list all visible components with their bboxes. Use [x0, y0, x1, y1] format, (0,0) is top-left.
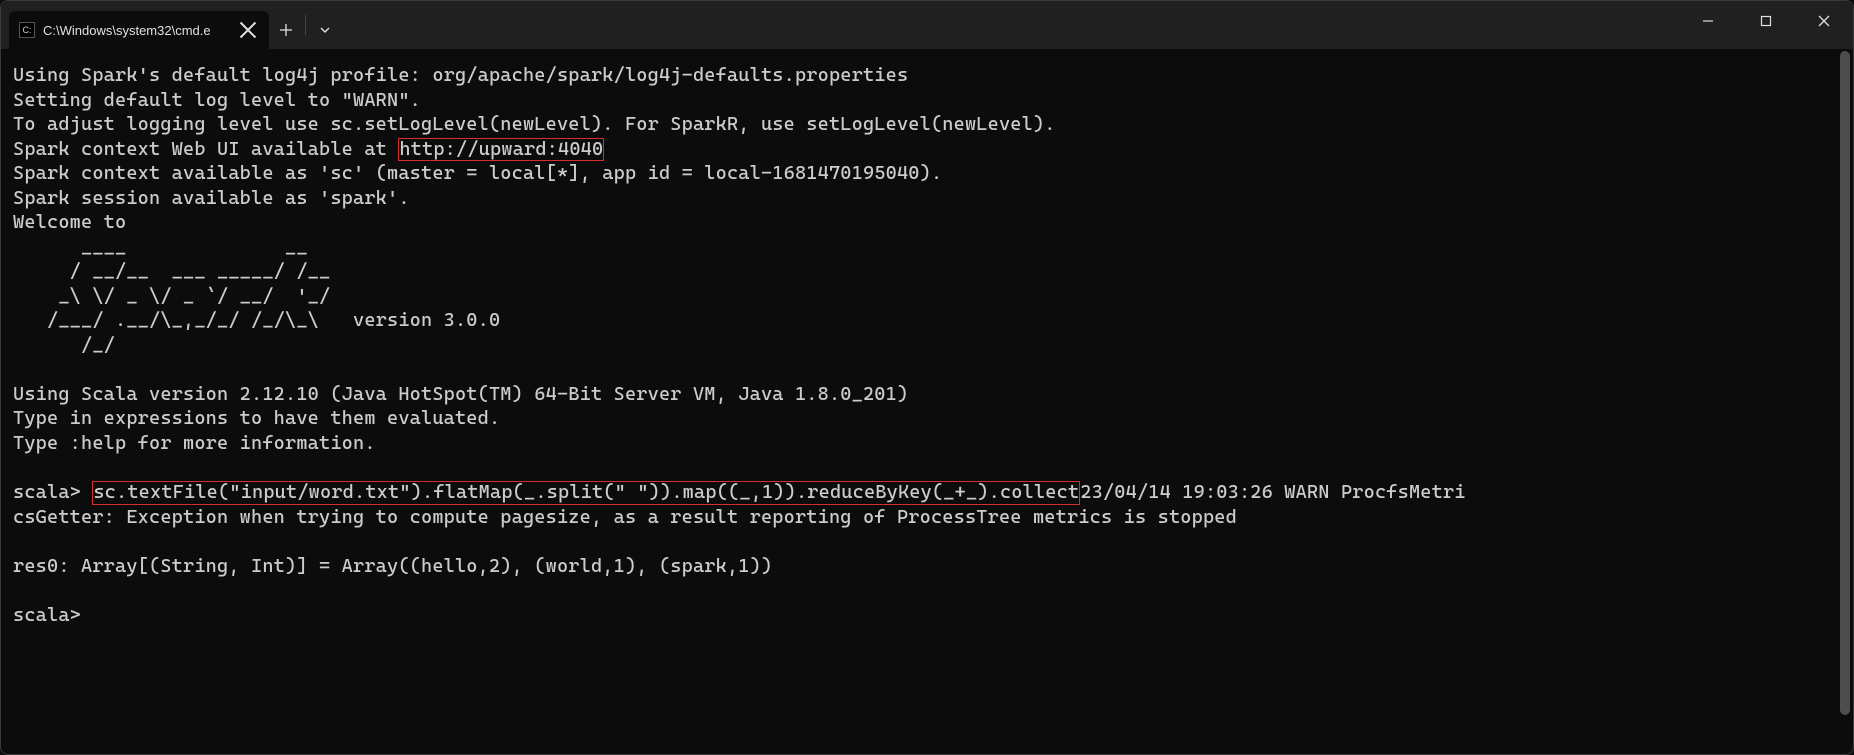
ascii-art-line: /___/ .__/\_,_/_/ /_/\_\ version 3.0.0 — [13, 309, 500, 331]
scala-prompt: scala> — [13, 604, 81, 626]
cmd-icon: C: — [19, 22, 35, 38]
minimize-button[interactable] — [1679, 1, 1737, 41]
output-line: Type :help for more information. — [13, 432, 376, 454]
output-line: Spark context available as 'sc' (master … — [13, 162, 942, 184]
tab-bar: C: C:\Windows\system32\cmd.e — [1, 1, 1853, 49]
terminal-output[interactable]: Using Spark's default log4j profile: org… — [1, 49, 1853, 639]
output-line: To adjust logging level use sc.setLogLev… — [13, 113, 1056, 135]
maximize-button[interactable] — [1737, 1, 1795, 41]
close-window-button[interactable] — [1795, 1, 1853, 41]
ascii-art-line: /_/ — [13, 334, 115, 356]
scrollbar-track[interactable] — [1839, 51, 1851, 750]
scrollbar-thumb[interactable] — [1840, 51, 1850, 715]
output-line: Type in expressions to have them evaluat… — [13, 407, 500, 429]
highlighted-url: http://upward:4040 — [398, 138, 604, 162]
output-line: Using Scala version 2.12.10 (Java HotSpo… — [13, 383, 908, 405]
close-tab-button[interactable] — [239, 21, 257, 39]
ascii-art-line: / __/__ ___ _____/ /__ — [13, 260, 330, 282]
output-line: Spark session available as 'spark'. — [13, 187, 410, 209]
output-line: csGetter: Exception when trying to compu… — [13, 506, 1237, 528]
scala-prompt: scala> — [13, 481, 92, 503]
highlighted-command: sc.textFile("input/word.txt").flatMap(_.… — [92, 481, 1080, 505]
output-line: Welcome to — [13, 211, 126, 233]
tab-separator — [305, 15, 306, 35]
output-line: Setting default log level to "WARN". — [13, 89, 421, 111]
ascii-art-line: _\ \/ _ \/ _ `/ __/ '_/ — [13, 285, 330, 307]
output-line: res0: Array[(String, Int)] = Array((hell… — [13, 555, 772, 577]
new-tab-button[interactable] — [269, 11, 303, 49]
ascii-art-line: ____ __ — [13, 236, 308, 258]
window-controls — [1679, 1, 1853, 41]
output-line: Using Spark's default log4j profile: org… — [13, 64, 908, 86]
terminal-tab[interactable]: C: C:\Windows\system32\cmd.e — [9, 11, 269, 49]
output-line: Spark context Web UI available at — [13, 138, 398, 160]
output-line: 23/04/14 19:03:26 WARN ProcfsMetri — [1080, 481, 1465, 503]
tab-dropdown-button[interactable] — [308, 11, 342, 49]
tab-title: C:\Windows\system32\cmd.e — [43, 23, 231, 38]
